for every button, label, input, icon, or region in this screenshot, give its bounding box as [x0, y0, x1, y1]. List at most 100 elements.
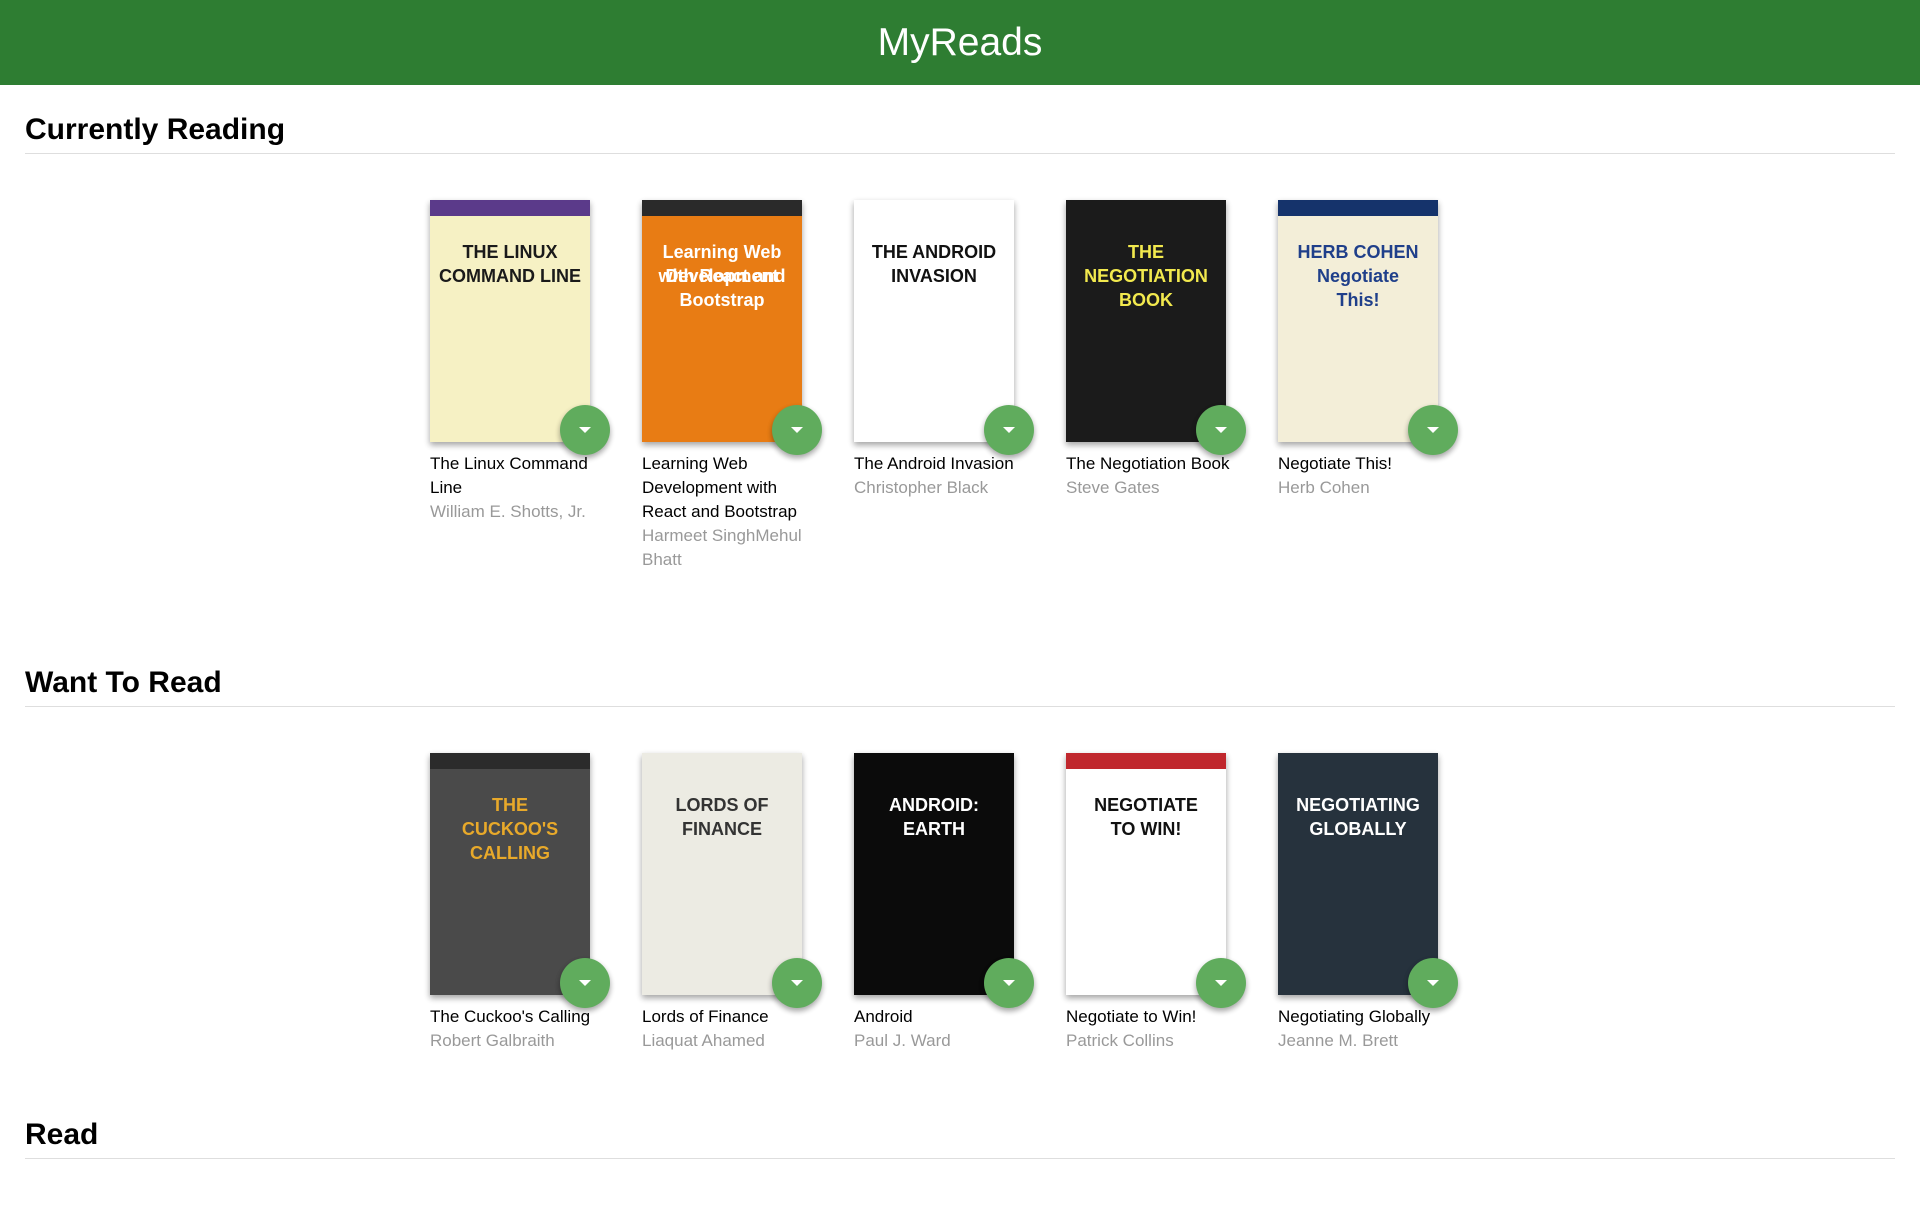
- book-card: NEGOTIATE TO WIN! Negotiate to Win! Patrick…: [1066, 753, 1278, 1053]
- book-authors: Patrick Collins: [1066, 1031, 1174, 1050]
- book-authors: Herb Cohen: [1278, 478, 1370, 497]
- book-title: The Negotiation Book: [1066, 454, 1230, 473]
- cover-band: [1278, 753, 1438, 769]
- book-title: The Linux Command Line: [430, 454, 588, 497]
- book-card: Learning Web Development with React and B…: [642, 200, 854, 572]
- book-title: The Cuckoo's Calling: [430, 1007, 591, 1026]
- caret-down-icon: [1003, 427, 1015, 433]
- shelf-title: Want To Read: [25, 638, 1895, 707]
- cover-title-text: THE LINUX: [462, 242, 558, 262]
- cover-band: [642, 200, 802, 216]
- book-authors: Christopher Black: [854, 478, 989, 497]
- book-title: Negotiating Globally: [1278, 1007, 1431, 1026]
- book-title: Lords of Finance: [642, 1007, 769, 1026]
- shelf-changer-button[interactable]: [984, 958, 1034, 1008]
- book-authors: Harmeet SinghMehul Bhatt: [642, 526, 802, 569]
- book-cover[interactable]: HERB COHEN Negotiate This!: [1278, 200, 1438, 442]
- book-card: THE LINUX COMMAND LINE The Linux Command L…: [430, 200, 642, 572]
- book-cover[interactable]: ANDROID: EARTH: [854, 753, 1014, 995]
- shelf-want-to-read: Want To Read THE CUCKOO'S CALLING The Cucko…: [0, 638, 1920, 1118]
- cover-title-text: HERB COHEN: [1297, 242, 1419, 262]
- cover-title-text: THE: [1128, 242, 1164, 262]
- cover-title-text: INVASION: [891, 266, 977, 286]
- caret-down-icon: [1003, 980, 1015, 986]
- shelf-changer-button[interactable]: [1196, 958, 1246, 1008]
- book-card: THE NEGOTIATION BOOK The Negotiation Book St…: [1066, 200, 1278, 572]
- book-card: ANDROID: EARTH Android Paul J. Ward: [854, 753, 1066, 1053]
- caret-down-icon: [1427, 427, 1439, 433]
- book-authors: William E. Shotts, Jr.: [430, 502, 586, 521]
- book-cover[interactable]: THE LINUX COMMAND LINE: [430, 200, 590, 442]
- book-cover[interactable]: NEGOTIATE TO WIN!: [1066, 753, 1226, 995]
- book-card: HERB COHEN Negotiate This! Negotiate This! H…: [1278, 200, 1490, 572]
- cover-title-text: with React and Bootstrap: [658, 266, 786, 310]
- book-title: Learning Web Development with React and …: [642, 454, 797, 521]
- caret-down-icon: [791, 427, 803, 433]
- shelf-currently-reading: Currently Reading THE LINUX COMMAND LINE T…: [0, 85, 1920, 638]
- shelf-changer-button[interactable]: [1196, 405, 1246, 455]
- cover-band: [430, 200, 590, 216]
- book-authors: Liaquat Ahamed: [642, 1031, 765, 1050]
- shelf-changer-button[interactable]: [984, 405, 1034, 455]
- book-authors: Steve Gates: [1066, 478, 1160, 497]
- cover-title-text: THE: [492, 795, 528, 815]
- shelf-title: Read: [25, 1118, 1895, 1159]
- cover-band: [854, 200, 1014, 216]
- cover-title-text: COMMAND LINE: [439, 266, 581, 286]
- book-cover[interactable]: LORDS OF FINANCE: [642, 753, 802, 995]
- cover-title-text: TO WIN!: [1110, 819, 1182, 839]
- bookshelf-list: Currently Reading THE LINUX COMMAND LINE T…: [0, 85, 1920, 1205]
- book-title: Negotiate to Win!: [1066, 1007, 1197, 1026]
- book-cover[interactable]: Learning Web Development with React and B…: [642, 200, 802, 442]
- cover-title-text: BOOK: [1119, 290, 1173, 310]
- cover-band: [642, 753, 802, 769]
- cover-title-text: Negotiate: [1316, 266, 1399, 286]
- book-title: The Android Invasion: [854, 454, 1014, 473]
- cover-title-text: EARTH: [903, 819, 965, 839]
- cover-band: [1066, 753, 1226, 769]
- caret-down-icon: [1215, 980, 1227, 986]
- book-card: NEGOTIATING GLOBALLY Negotiating Globally J…: [1278, 753, 1490, 1053]
- book-authors: Paul J. Ward: [854, 1031, 951, 1050]
- cover-band: [1278, 200, 1438, 216]
- cover-title-text: CUCKOO'S: [461, 819, 559, 839]
- shelf-changer-button[interactable]: [772, 405, 822, 455]
- book-authors: Jeanne M. Brett: [1278, 1031, 1399, 1050]
- shelf-title: Currently Reading: [25, 85, 1895, 154]
- shelf-changer-button[interactable]: [560, 405, 610, 455]
- cover-title-text: NEGOTIATE: [1094, 795, 1198, 815]
- app-title: MyReads: [877, 20, 1043, 64]
- cover-title-text: THE ANDROID: [871, 242, 997, 262]
- cover-title-text: LORDS OF FINANCE: [675, 795, 769, 839]
- books-grid: THE CUCKOO'S CALLING The Cuckoo's Calling Ro…: [25, 707, 1895, 1053]
- book-card: THE CUCKOO'S CALLING The Cuckoo's Calling Ro…: [430, 753, 642, 1053]
- cover-band: [430, 753, 590, 769]
- book-title: Negotiate This!: [1278, 454, 1393, 473]
- shelf-read: Read: [0, 1118, 1920, 1205]
- cover-title-text: CALLING: [470, 843, 550, 863]
- cover-title-text: NEGOTIATING: [1296, 795, 1420, 815]
- cover-title-text: NEGOTIATION: [1084, 266, 1208, 286]
- book-cover[interactable]: THE CUCKOO'S CALLING: [430, 753, 590, 995]
- book-title: Android: [854, 1007, 913, 1026]
- book-cover[interactable]: THE NEGOTIATION BOOK: [1066, 200, 1226, 442]
- book-cover[interactable]: NEGOTIATING GLOBALLY: [1278, 753, 1438, 995]
- cover-band: [1066, 200, 1226, 216]
- caret-down-icon: [791, 980, 803, 986]
- cover-band: [854, 753, 1014, 769]
- shelf-changer-button[interactable]: [1408, 958, 1458, 1008]
- caret-down-icon: [1427, 980, 1439, 986]
- caret-down-icon: [579, 427, 591, 433]
- caret-down-icon: [579, 980, 591, 986]
- book-cover[interactable]: THE ANDROID INVASION: [854, 200, 1014, 442]
- book-authors: Robert Galbraith: [430, 1031, 555, 1050]
- shelf-changer-button[interactable]: [560, 958, 610, 1008]
- book-card: LORDS OF FINANCE Lords of Finance Liaquat …: [642, 753, 854, 1053]
- app-header: MyReads: [0, 0, 1920, 85]
- shelf-changer-button[interactable]: [772, 958, 822, 1008]
- book-card: THE ANDROID INVASION The Android Invasion C…: [854, 200, 1066, 572]
- caret-down-icon: [1215, 427, 1227, 433]
- shelf-changer-button[interactable]: [1408, 405, 1458, 455]
- books-grid: [25, 1159, 1895, 1205]
- cover-title-text: ANDROID:: [889, 795, 979, 815]
